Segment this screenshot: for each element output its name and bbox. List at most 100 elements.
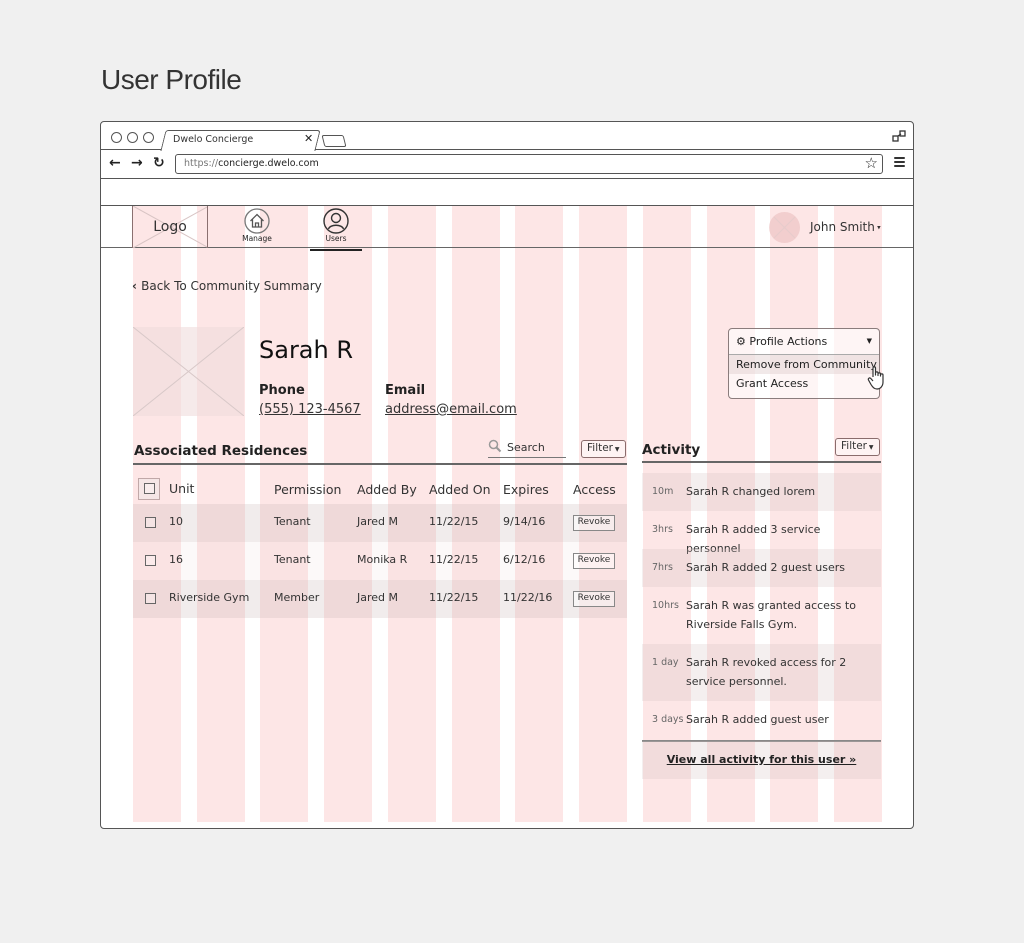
forward-arrow-icon[interactable]: → <box>131 155 143 171</box>
revoke-button[interactable]: Revoke <box>573 591 615 607</box>
home-icon <box>244 208 270 234</box>
gear-icon: ⚙ <box>736 335 746 348</box>
column-header-permission[interactable]: Permission <box>274 482 341 497</box>
row-checkbox[interactable] <box>145 593 156 604</box>
caret-down-icon: ▼ <box>613 446 620 453</box>
phone-link[interactable]: (555) 123-4567 <box>259 402 361 417</box>
menu-item-remove-from-community[interactable]: Remove from Community <box>729 355 879 374</box>
menu-item-grant-access[interactable]: Grant Access <box>729 374 879 393</box>
chevron-down-icon: ▾ <box>874 223 881 232</box>
cell-added-on: 11/22/15 <box>429 553 479 566</box>
cell-added-on: 11/22/15 <box>429 591 479 604</box>
activity-item: 3hrs Sarah R added 3 service personnel <box>642 511 881 555</box>
column-header-access[interactable]: Access <box>573 482 616 497</box>
back-link-label: Back To Community Summary <box>141 279 322 293</box>
user-name: John Smith <box>810 220 875 234</box>
search-placeholder: Search <box>507 441 545 454</box>
back-to-community-link[interactable]: ‹ Back To Community Summary <box>132 279 322 293</box>
chevron-left-icon: ‹ <box>132 279 142 293</box>
activity-item: 10hrs Sarah R was granted access to River… <box>642 587 881 644</box>
activity-item: 10m Sarah R changed lorem <box>642 473 881 511</box>
view-all-activity-link[interactable]: View all activity for this user » <box>642 741 881 779</box>
nav-item-users[interactable]: Users <box>310 208 362 251</box>
logo[interactable]: Logo <box>132 206 208 248</box>
tab-close-icon[interactable]: ✕ <box>304 132 313 145</box>
browser-window: Dwelo Concierge ✕ ← → ↻ https://concierg… <box>100 121 914 829</box>
activity-item: 3 days Sarah R added guest user <box>642 701 881 739</box>
email-link[interactable]: address@email.com <box>385 402 517 417</box>
cell-expires: 6/12/16 <box>503 553 546 566</box>
bookmark-star-icon[interactable]: ☆ <box>865 156 878 171</box>
activity-item: 7hrs Sarah R added 2 guest users <box>642 549 881 587</box>
activity-title: Activity <box>642 442 701 458</box>
user-menu[interactable]: John Smith ▾ <box>810 220 881 234</box>
activity-text: Sarah R added guest user <box>686 713 829 726</box>
hand-cursor-icon <box>867 366 884 390</box>
cell-unit: 16 <box>169 553 183 566</box>
column-header-added-on[interactable]: Added On <box>429 482 491 497</box>
residences-search-input[interactable]: Search <box>488 438 566 458</box>
reload-icon[interactable]: ↻ <box>153 155 165 171</box>
cell-unit: Riverside Gym <box>169 591 250 604</box>
activity-text: Sarah R was granted access to Riverside … <box>686 599 856 631</box>
user-icon <box>323 208 349 234</box>
cell-added-by: Jared M <box>357 515 399 528</box>
cell-added-by: Jared M <box>357 591 399 604</box>
activity-time: 7hrs <box>652 562 673 573</box>
filter-label: Filter <box>587 442 614 454</box>
activity-time: 3hrs <box>652 524 673 535</box>
cell-added-on: 11/22/15 <box>429 515 479 528</box>
select-all-checkbox[interactable] <box>144 483 155 494</box>
cell-added-by: Monika R <box>357 553 408 566</box>
page-heading: User Profile <box>101 64 242 95</box>
activity-divider <box>642 461 881 463</box>
activity-time: 1 day <box>652 657 679 668</box>
profile-actions-button[interactable]: ⚙ Profile Actions ▼ <box>729 329 879 355</box>
revoke-button[interactable]: Revoke <box>573 515 615 531</box>
caret-down-icon: ▼ <box>867 444 874 451</box>
activity-time: 10m <box>652 486 674 497</box>
profile-actions-label: Profile Actions <box>749 335 828 348</box>
cell-expires: 11/22/16 <box>503 591 553 604</box>
activity-text: Sarah R added 2 guest users <box>686 561 846 574</box>
window-close-dot[interactable] <box>111 132 122 143</box>
bookmarks-bar <box>101 180 913 206</box>
residences-title: Associated Residences <box>134 443 308 459</box>
fullscreen-icon[interactable] <box>892 129 906 143</box>
profile-actions-dropdown[interactable]: ⚙ Profile Actions ▼ Remove from Community… <box>728 328 880 399</box>
caret-down-icon: ▼ <box>866 337 872 345</box>
nav-label-manage: Manage <box>242 234 272 243</box>
phone-label: Phone <box>259 383 305 398</box>
residences-divider <box>133 463 627 465</box>
column-header-expires[interactable]: Expires <box>503 482 549 497</box>
row-checkbox[interactable] <box>145 517 156 528</box>
cell-permission: Tenant <box>274 553 311 566</box>
activity-filter-button[interactable]: Filter ▼ <box>835 438 880 456</box>
url-protocol: https:// <box>184 158 219 169</box>
row-checkbox[interactable] <box>145 555 156 566</box>
image-placeholder-icon <box>132 326 245 417</box>
url-host: concierge.dwelo.com <box>218 158 319 169</box>
logo-label: Logo <box>153 219 187 235</box>
revoke-button[interactable]: Revoke <box>573 553 615 569</box>
search-icon <box>488 439 502 453</box>
cell-permission: Member <box>274 591 320 604</box>
avatar-placeholder-icon <box>773 216 796 239</box>
tab-title: Dwelo Concierge <box>173 134 254 145</box>
browser-toolbar: ← → ↻ https://concierge.dwelo.com ☆ <box>101 151 913 179</box>
column-header-added-by[interactable]: Added By <box>357 482 417 497</box>
browser-menu-icon[interactable] <box>894 157 905 168</box>
column-header-unit[interactable]: Unit <box>169 481 194 496</box>
url-bar[interactable]: https://concierge.dwelo.com ☆ <box>175 154 883 174</box>
nav-item-manage[interactable]: Manage <box>231 208 283 243</box>
window-minimize-dot[interactable] <box>127 132 138 143</box>
profile-name: Sarah R <box>259 336 354 364</box>
new-tab-button[interactable] <box>321 135 347 147</box>
back-arrow-icon[interactable]: ← <box>109 155 121 171</box>
activity-item: 1 day Sarah R revoked access for 2 servic… <box>642 644 881 701</box>
user-avatar[interactable] <box>769 212 800 243</box>
residences-filter-button[interactable]: Filter ▼ <box>581 440 626 458</box>
window-maximize-dot[interactable] <box>143 132 154 143</box>
activity-text: Sarah R changed lorem <box>686 485 816 498</box>
profile-photo-placeholder <box>132 326 245 417</box>
